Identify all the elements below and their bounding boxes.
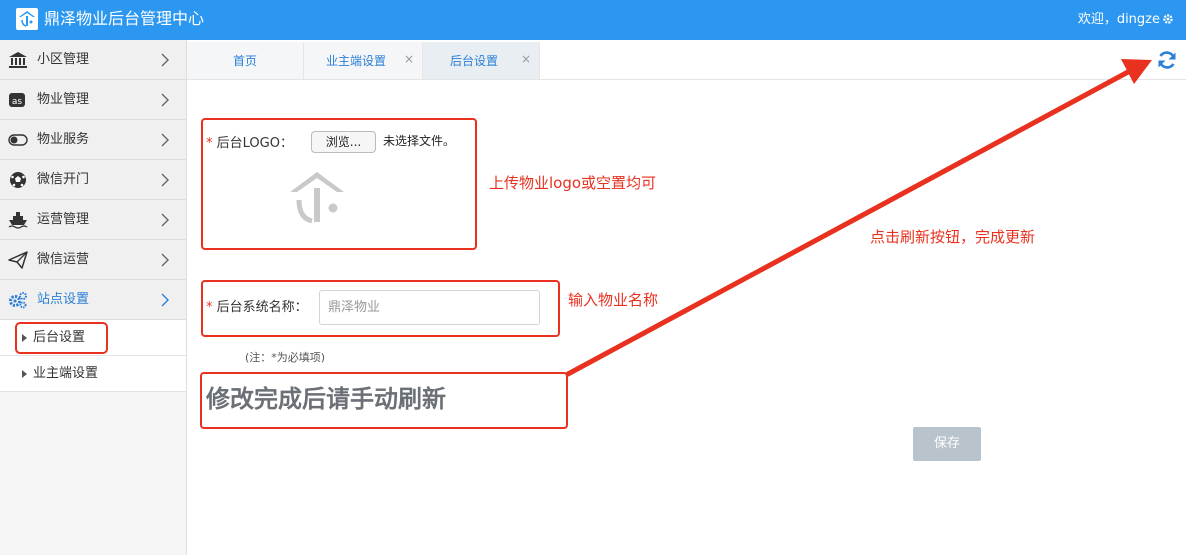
- tab-backend-settings[interactable]: 后台设置 ×: [423, 42, 540, 79]
- sidebar-item-label: 小区管理: [37, 52, 90, 67]
- chevron-right-icon: [161, 293, 169, 307]
- tab-label: 首页: [232, 54, 257, 68]
- annotation-box-name: [201, 280, 560, 337]
- bank-icon: [9, 52, 27, 68]
- sidebar-item-wechat-ops[interactable]: 微信运营: [0, 240, 186, 280]
- sidebar-item-label: 微信运营: [37, 252, 90, 267]
- app-logo-icon: [16, 8, 38, 30]
- close-icon[interactable]: ×: [404, 53, 414, 65]
- chevron-right-icon: [161, 253, 169, 267]
- gears-icon: [9, 292, 27, 309]
- sidebar-item-operations[interactable]: 运营管理: [0, 200, 186, 240]
- tab-label: 业主端设置: [325, 54, 386, 68]
- welcome-user[interactable]: 欢迎，dingze: [1078, 12, 1160, 28]
- svg-text:as: as: [12, 97, 23, 107]
- save-button[interactable]: 保存: [913, 427, 981, 461]
- app-title: 鼎泽物业后台管理中心: [44, 9, 205, 28]
- annotation-name-hint: 输入物业名称: [568, 291, 659, 309]
- chevron-right-icon: [161, 133, 169, 147]
- sidebar-item-label: 物业服务: [37, 132, 90, 147]
- chevron-right-icon: [161, 53, 169, 67]
- sidebar-item-label: 运营管理: [37, 212, 90, 227]
- sidebar-item-site-settings[interactable]: 站点设置: [0, 280, 186, 320]
- chevron-right-icon: [161, 173, 169, 187]
- sidebar-item-label: 物业管理: [37, 92, 90, 107]
- chevron-right-icon: [161, 93, 169, 107]
- annotation-box-refresh-note: [200, 372, 568, 429]
- tab-owner-settings[interactable]: 业主端设置 ×: [304, 42, 423, 79]
- sidebar-item-property[interactable]: as 物业管理: [0, 80, 186, 120]
- sidebar-item-label: 微信开门: [37, 172, 90, 187]
- required-note: (注：*为必填项): [245, 351, 326, 364]
- refresh-icon[interactable]: [1156, 49, 1178, 71]
- sidebar-subitem-label: 业主端设置: [33, 366, 99, 381]
- lastfm-icon: as: [9, 93, 25, 107]
- tab-label: 后台设置: [449, 54, 498, 68]
- caret-right-icon: [22, 370, 27, 378]
- sidebar-item-wechat-door[interactable]: 微信开门: [0, 160, 186, 200]
- paper-plane-icon: [8, 251, 28, 269]
- sidebar-subitem-owner-settings[interactable]: 业主端设置: [0, 356, 186, 392]
- tab-home[interactable]: 首页: [187, 42, 304, 79]
- annotation-box-logo: [201, 118, 477, 250]
- annotation-box-subitem: [15, 322, 108, 354]
- top-header: 鼎泽物业后台管理中心 欢迎，dingze: [0, 0, 1186, 40]
- tab-bar: 首页 业主端设置 × 后台设置 ×: [187, 40, 1186, 80]
- sidebar-item-service[interactable]: 物业服务: [0, 120, 186, 160]
- sidebar: 小区管理 as 物业管理 物业服务 微信开门 运营管理 微信运营 站点设置 后台…: [0, 40, 187, 555]
- soccer-ball-icon: [10, 172, 26, 188]
- annotation-logo-hint: 上传物业logo或空置均可: [489, 174, 657, 192]
- annotation-refresh-hint: 点击刷新按钮，完成更新: [870, 228, 1036, 246]
- chevron-right-icon: [161, 213, 169, 227]
- sidebar-item-label: 站点设置: [37, 292, 90, 307]
- gear-icon[interactable]: [1162, 13, 1174, 25]
- close-icon[interactable]: ×: [521, 53, 531, 65]
- sidebar-item-community[interactable]: 小区管理: [0, 40, 186, 80]
- ship-icon: [8, 212, 28, 229]
- toggle-icon: [8, 134, 28, 146]
